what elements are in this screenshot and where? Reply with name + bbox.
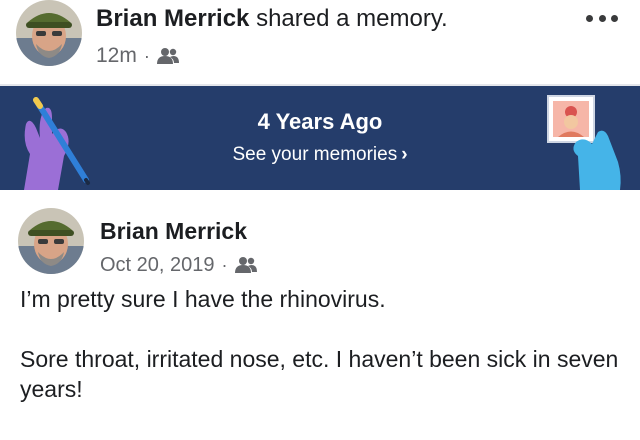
more-dot: [586, 14, 593, 22]
author-name[interactable]: Brian Merrick: [96, 5, 249, 32]
memories-banner[interactable]: 4 Years Ago See your memories ›: [0, 86, 640, 190]
more-dot: [598, 14, 606, 22]
post-text: I’m pretty sure I have the rhinovirus. S…: [20, 284, 630, 404]
post-meta: Oct 20, 2019 ·: [100, 252, 257, 278]
timestamp[interactable]: 12m: [96, 42, 137, 70]
chevron-right-icon: ›: [401, 144, 408, 165]
post-paragraph: Sore throat, irritated nose, etc. I have…: [20, 346, 619, 402]
avatar[interactable]: [18, 208, 84, 274]
memory-post: Brian Merrick Oct 20, 2019 · I’m pretty …: [0, 190, 640, 440]
see-memories-label: See your memories: [232, 144, 398, 165]
share-header: Brian Merrick shared a memory. 12m ·: [0, 0, 640, 84]
post-date[interactable]: Oct 20, 2019: [100, 252, 215, 278]
separator: ·: [221, 255, 228, 275]
share-action-text: shared a memory.: [249, 5, 448, 32]
separator: ·: [143, 46, 150, 66]
share-title: Brian Merrick shared a memory.: [96, 2, 448, 36]
share-meta: 12m ·: [96, 42, 179, 70]
hand-holding-photo-illustration: [547, 95, 621, 190]
post-author-name[interactable]: Brian Merrick: [100, 216, 247, 246]
avatar[interactable]: [16, 0, 82, 66]
friends-icon[interactable]: [156, 47, 179, 65]
friends-icon[interactable]: [234, 256, 257, 274]
post-paragraph: I’m pretty sure I have the rhinovirus.: [20, 286, 386, 312]
more-dot: [611, 14, 618, 22]
more-options-icon[interactable]: [586, 8, 618, 28]
